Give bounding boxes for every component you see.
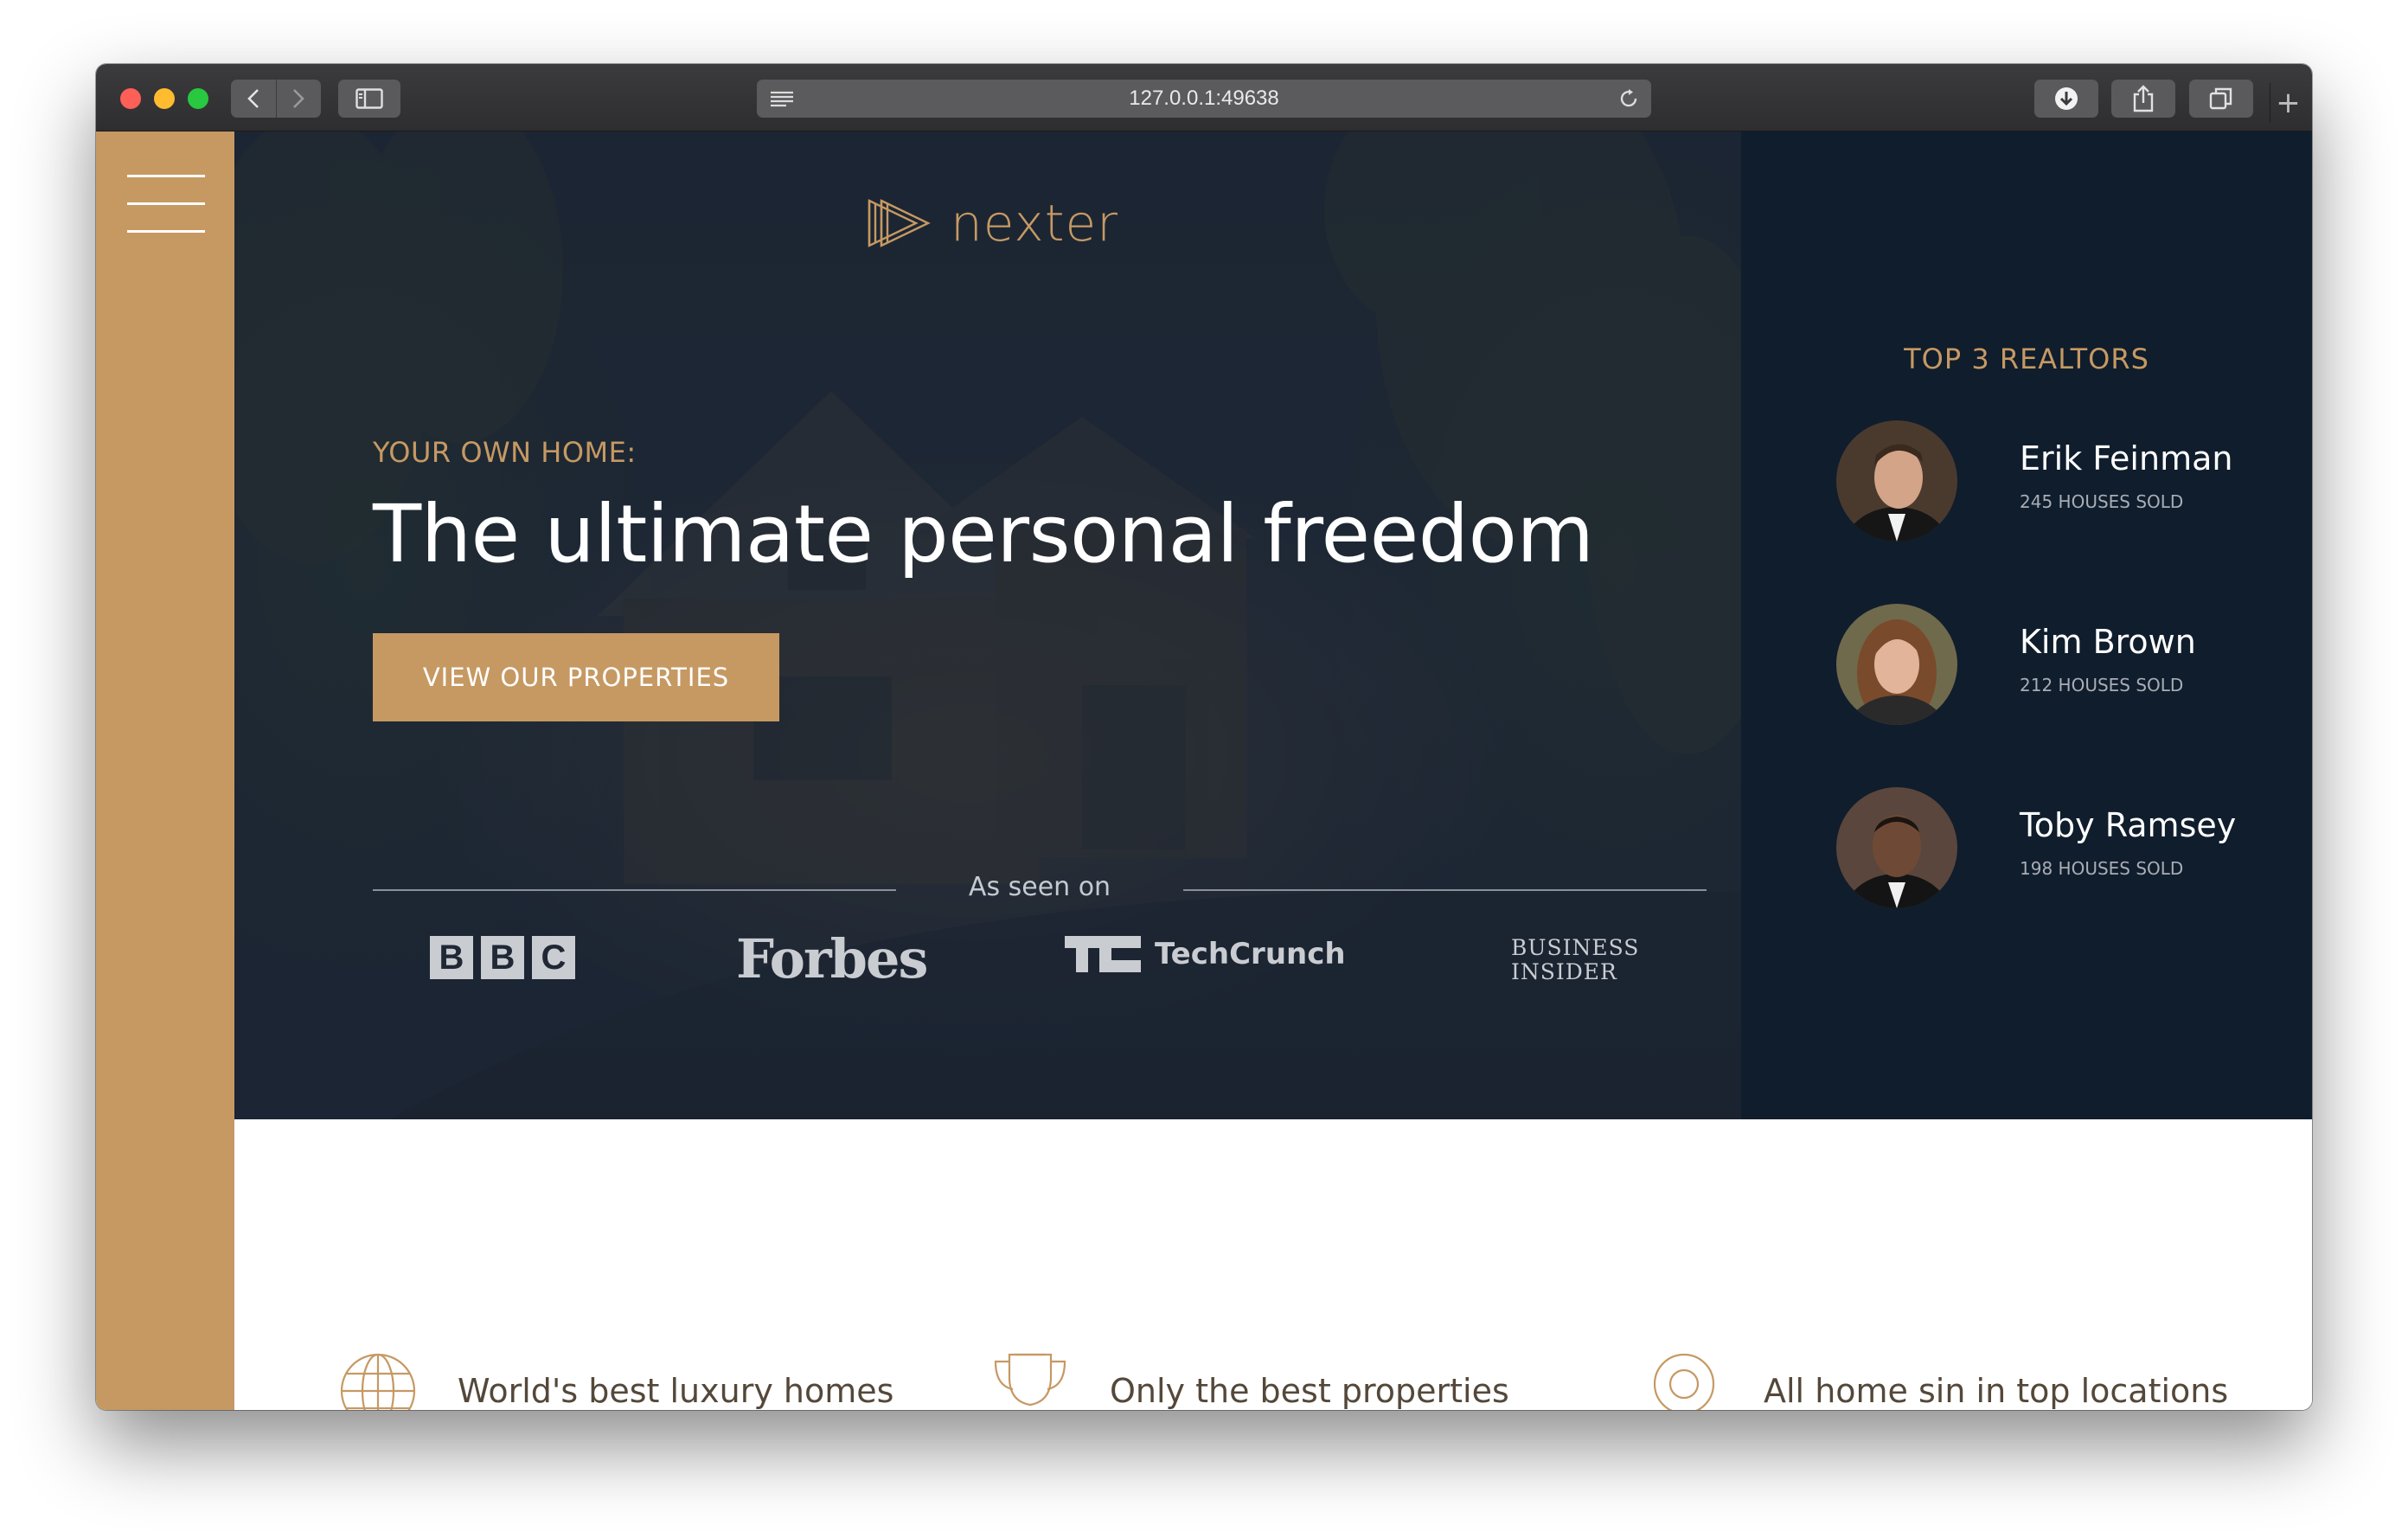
bbc-letter: B [481, 936, 524, 979]
feature-title: All home sin in top locations [1764, 1372, 2229, 1410]
new-tab-button[interactable]: + [2270, 83, 2306, 123]
download-icon [2055, 87, 2078, 110]
sidebar-toggle-button[interactable] [338, 80, 400, 118]
divider-line [1183, 889, 1707, 891]
side-bar [96, 131, 234, 1410]
bbc-logo: B B C [430, 936, 575, 979]
feature-item: Only the best properties [990, 1351, 1509, 1410]
menu-line [127, 230, 205, 233]
hero-title: The ultimate personal freedom [373, 488, 1594, 580]
navigation-buttons [231, 80, 321, 118]
techcrunch-mark-icon [1065, 936, 1141, 972]
realtor-name: Erik Feinman [2020, 439, 2233, 477]
browser-window: 127.0.0.1:49638 + nexter YOUR OWN HOME: … [96, 64, 2312, 1410]
avatar [1836, 787, 1957, 908]
menu-line [127, 175, 205, 177]
realtor-card[interactable]: Erik Feinman 245 HOUSES SOLD [1836, 420, 2286, 545]
realtor-sold: 198 HOUSES SOLD [2020, 858, 2184, 879]
business-insider-line: INSIDER [1511, 959, 1617, 984]
realtor-card[interactable]: Toby Ramsey 198 HOUSES SOLD [1836, 787, 2286, 912]
avatar [1836, 420, 1957, 542]
share-icon [2133, 85, 2154, 112]
logo-text: nexter [951, 194, 1119, 253]
downloads-button[interactable] [2034, 80, 2098, 118]
realtor-card[interactable]: Kim Brown 212 HOUSES SOLD [1836, 604, 2286, 728]
bbc-letter: C [532, 936, 575, 979]
realtor-name: Toby Ramsey [2020, 806, 2237, 844]
chevron-left-icon [247, 89, 259, 108]
realtor-photo [1836, 420, 1957, 542]
hero-section: nexter YOUR OWN HOME: The ultimate perso… [234, 131, 1741, 1119]
map-pin-icon [1653, 1353, 1715, 1410]
show-tabs-button[interactable] [2189, 80, 2253, 118]
realtor-sold: 245 HOUSES SOLD [2020, 491, 2184, 512]
view-properties-button[interactable]: VIEW OUR PROPERTIES [373, 633, 779, 721]
techcrunch-text: TechCrunch [1155, 937, 1346, 971]
business-insider-line: BUSINESS [1511, 935, 1640, 960]
techcrunch-logo: TechCrunch [1065, 936, 1346, 972]
menu-button[interactable] [127, 175, 205, 234]
realtor-name: Kim Brown [2020, 623, 2196, 661]
feature-title: Only the best properties [1110, 1372, 1509, 1410]
globe-icon [340, 1353, 416, 1410]
trophy-icon [994, 1353, 1066, 1407]
chevron-right-icon [293, 89, 305, 108]
menu-line [127, 202, 205, 205]
logo-icon [868, 199, 931, 247]
back-button[interactable] [231, 80, 276, 118]
forbes-logo: Forbes [736, 927, 928, 990]
avatar [1836, 604, 1957, 725]
hero-sub-heading: YOUR OWN HOME: [373, 436, 637, 469]
address-bar[interactable]: 127.0.0.1:49638 [757, 80, 1651, 118]
feature-item: All home sin in top locations [1644, 1351, 2228, 1410]
browser-toolbar: 127.0.0.1:49638 + [96, 64, 2312, 131]
forward-button[interactable] [275, 80, 322, 118]
sidebar-icon [355, 88, 383, 109]
feature-title: World's best luxury homes [458, 1372, 894, 1410]
divider-line [373, 889, 896, 891]
tabs-icon [2209, 87, 2232, 110]
feature-item: World's best luxury homes [338, 1351, 893, 1410]
seen-on-label: As seen on [968, 872, 1111, 902]
features-section: World's best luxury homes Only the best … [234, 1119, 2312, 1410]
business-insider-logo: BUSINESS INSIDER [1511, 936, 1639, 984]
bbc-letter: B [430, 936, 473, 979]
logo[interactable]: nexter [866, 194, 1118, 253]
realtor-photo [1836, 787, 1957, 908]
close-window-button[interactable] [120, 88, 141, 109]
realtors-title: TOP 3 REALTORS [1904, 343, 2149, 375]
zoom-window-button[interactable] [188, 88, 208, 109]
minimize-window-button[interactable] [154, 88, 175, 109]
page-viewport: nexter YOUR OWN HOME: The ultimate perso… [96, 131, 2312, 1410]
reload-icon[interactable] [1618, 88, 1639, 109]
url-text: 127.0.0.1:49638 [1129, 87, 1279, 110]
realtors-panel: TOP 3 REALTORS Erik Feinman 245 HOUSES S… [1741, 131, 2312, 1119]
share-button[interactable] [2111, 80, 2175, 118]
realtor-photo [1836, 604, 1957, 725]
realtor-sold: 212 HOUSES SOLD [2020, 675, 2184, 695]
